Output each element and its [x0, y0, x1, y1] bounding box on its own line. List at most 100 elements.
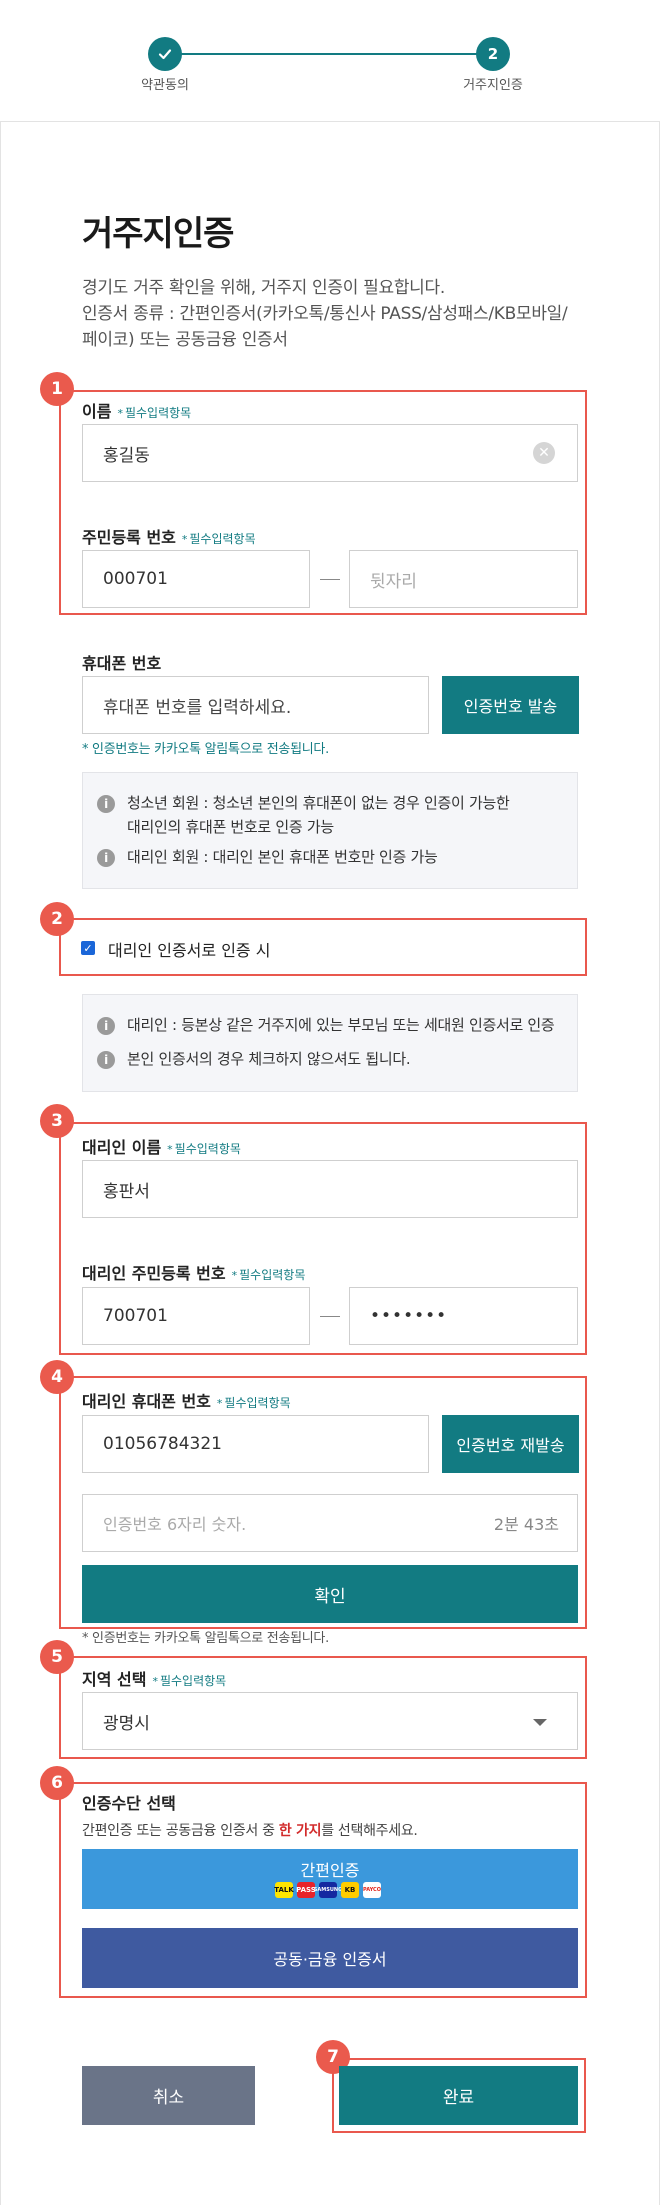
info1-text-2: 대리인 회원 : 대리인 본인 휴대폰 번호만 인증 가능 [127, 848, 438, 866]
proxy-rrn-label-text: 대리인 주민등록 번호 [82, 1264, 226, 1283]
info1-row-1: i 청소년 회원 : 청소년 본인의 휴대폰이 없는 경우 인증이 가능한 대리… [97, 791, 510, 839]
countdown-timer: 2분 43초 [493, 1515, 559, 1534]
rrn-back-input[interactable]: 뒷자리 [349, 550, 578, 608]
proxy-phone-label-text: 대리인 휴대폰 번호 [82, 1392, 211, 1411]
annotation-badge-3: 3 [40, 1104, 74, 1138]
info2-text-2: 본인 인증서의 경우 체크하지 않으셔도 됩니다. [127, 1050, 411, 1068]
name-value: 홍길동 [103, 445, 150, 466]
proxy-name-value: 홍판서 [103, 1181, 150, 1202]
required-text: 필수입력항목 [159, 1674, 227, 1688]
auth-desc-after: 를 선택해주세요. [321, 1823, 418, 1839]
info2-text-1: 대리인 : 등본상 같은 거주지에 있는 부모님 또는 세대원 인증서로 인증 [127, 1016, 555, 1034]
required-text: 필수입력항목 [224, 1396, 291, 1410]
rrn-label-text: 주민등록 번호 [82, 528, 176, 547]
name-label-text: 이름 [82, 402, 112, 421]
required-mark: * 필수입력항목 [167, 1142, 241, 1156]
proxy-phone-label: 대리인 휴대폰 번호 * 필수입력항목 [82, 1388, 291, 1412]
proxy-name-input[interactable]: 홍판서 [82, 1160, 578, 1218]
public-certificate-button[interactable]: 공동·금융 인증서 [82, 1928, 578, 1988]
info1-text-1b: 대리인의 휴대폰 번호로 인증 가능 [127, 818, 334, 836]
pass-icon: PASS [296, 1882, 316, 1898]
proxy-rrn-back-value: ••••••• [370, 1306, 448, 1326]
proxy-rrn-front-value: 700701 [103, 1306, 168, 1326]
payco-icon: PAYCO [363, 1882, 381, 1898]
samsung-pass-icon: SAMSUNG [314, 1882, 342, 1898]
rrn-front-input[interactable]: 000701 [82, 550, 310, 608]
required-mark: * 필수입력항목 [216, 1396, 291, 1410]
name-input[interactable]: 홍길동 ✕ [82, 424, 578, 482]
proxy-phone-value: 01056784321 [103, 1434, 222, 1454]
annotation-badge-2: 2 [40, 902, 74, 936]
easy-auth-button[interactable]: 간편인증 TALK PASS SAMSUNG KB PAYCO [82, 1849, 578, 1909]
rrn-back-placeholder: 뒷자리 [370, 571, 417, 592]
proxy-rrn-front-input[interactable]: 700701 [82, 1287, 310, 1345]
required-text: 필수입력항목 [239, 1268, 306, 1282]
phone-input[interactable]: 휴대폰 번호를 입력하세요. [82, 676, 429, 734]
resend-code-button[interactable]: 인증번호 재발송 [442, 1415, 579, 1473]
done-button[interactable]: 완료 [339, 2066, 578, 2125]
send-code-button[interactable]: 인증번호 발송 [442, 676, 579, 734]
region-select[interactable]: 광명시 [82, 1692, 578, 1750]
annotation-badge-1: 1 [40, 372, 74, 406]
page-description: 경기도 거주 확인을 위해, 거주지 인증이 필요합니다. 인증서 종류 : 간… [82, 275, 582, 353]
kb-icon: KB [341, 1882, 359, 1898]
rrn-dash [320, 579, 340, 580]
required-text: 필수입력항목 [174, 1142, 241, 1156]
info-icon: i [97, 1017, 115, 1035]
progress-stepper: 2 약관동의 거주지인증 [0, 0, 660, 122]
desc-line-3: 페이코) 또는 공동금융 인증서 [82, 330, 288, 350]
rrn-front-value: 000701 [103, 569, 168, 589]
info-box-2: i 대리인 : 등본상 같은 거주지에 있는 부모님 또는 세대원 인증서로 인… [82, 994, 578, 1092]
auth-method-description: 간편인증 또는 공동금융 인증서 중 한 가지를 선택해주세요. [82, 1820, 418, 1840]
required-text: 필수입력항목 [124, 406, 192, 420]
required-mark: * 필수입력항목 [231, 1268, 306, 1282]
annotation-badge-6: 6 [40, 1766, 74, 1800]
proxy-phone-input[interactable]: 01056784321 [82, 1415, 429, 1473]
proxy-name-label-text: 대리인 이름 [82, 1138, 162, 1157]
name-label: 이름 * 필수입력항목 [82, 398, 191, 422]
info-box-1: i 청소년 회원 : 청소년 본인의 휴대폰이 없는 경우 인증이 가능한 대리… [82, 772, 578, 889]
info-icon: i [97, 849, 115, 867]
chevron-down-icon [533, 1719, 547, 1726]
kakaotalk-icon: TALK [274, 1882, 294, 1898]
clear-icon[interactable]: ✕ [533, 442, 555, 464]
region-value: 광명시 [103, 1713, 150, 1734]
easy-auth-label: 간편인증 [300, 1861, 360, 1880]
confirm-button[interactable]: 확인 [82, 1565, 578, 1623]
desc-line-1: 경기도 거주 확인을 위해, 거주지 인증이 필요합니다. [82, 278, 445, 298]
info1-row-2: i 대리인 회원 : 대리인 본인 휴대폰 번호만 인증 가능 [97, 845, 438, 869]
auth-desc-strong: 한 가지 [278, 1823, 322, 1839]
step1-label: 약관동의 [141, 78, 189, 93]
phone-label: 휴대폰 번호 [82, 654, 162, 673]
proxy-checkbox-label[interactable]: 대리인 인증서로 인증 시 [108, 937, 270, 961]
rrn-label: 주민등록 번호 * 필수입력항목 [82, 524, 256, 548]
proxy-rrn-back-input[interactable]: ••••••• [349, 1287, 578, 1345]
info1-text-1a: 청소년 회원 : 청소년 본인의 휴대폰이 없는 경우 인증이 가능한 [127, 794, 510, 812]
page-border-left [0, 122, 1, 2205]
proxy-checkbox[interactable]: ✓ [81, 941, 95, 955]
region-label-text: 지역 선택 [82, 1670, 147, 1689]
step1-check-icon [148, 37, 182, 71]
auth-desc-before: 간편인증 또는 공동금융 인증서 중 [82, 1823, 279, 1839]
info2-row-1: i 대리인 : 등본상 같은 거주지에 있는 부모님 또는 세대원 인증서로 인… [97, 1013, 555, 1037]
verification-code-input[interactable]: 인증번호 6자리 숫자. 2분 43초 [82, 1494, 578, 1552]
step2-label: 거주지인증 [463, 78, 523, 93]
desc-line-2: 인증서 종류 : 간편인증서(카카오톡/통신사 PASS/삼성패스/KB모바일/ [82, 304, 568, 324]
proxy-phone-hint: * 인증번호는 카카오톡 알림톡으로 전송됩니다. [82, 1631, 329, 1646]
info-icon: i [97, 795, 115, 813]
verification-code-placeholder: 인증번호 6자리 숫자. [103, 1515, 247, 1534]
auth-method-label: 인증수단 선택 [82, 1794, 176, 1813]
info-icon: i [97, 1051, 115, 1069]
annotation-badge-4: 4 [40, 1360, 74, 1394]
required-mark: * 필수입력항목 [152, 1674, 227, 1688]
annotation-badge-5: 5 [40, 1640, 74, 1674]
required-mark: * 필수입력항목 [117, 406, 192, 420]
proxy-rrn-label: 대리인 주민등록 번호 * 필수입력항목 [82, 1260, 305, 1284]
stepper-line [163, 53, 493, 55]
required-mark: * 필수입력항목 [181, 532, 256, 546]
required-text: 필수입력항목 [189, 532, 256, 546]
region-label: 지역 선택 * 필수입력항목 [82, 1666, 226, 1690]
cancel-button[interactable]: 취소 [82, 2066, 255, 2125]
step2-circle: 2 [476, 37, 510, 71]
page-title: 거주지인증 [82, 214, 234, 254]
